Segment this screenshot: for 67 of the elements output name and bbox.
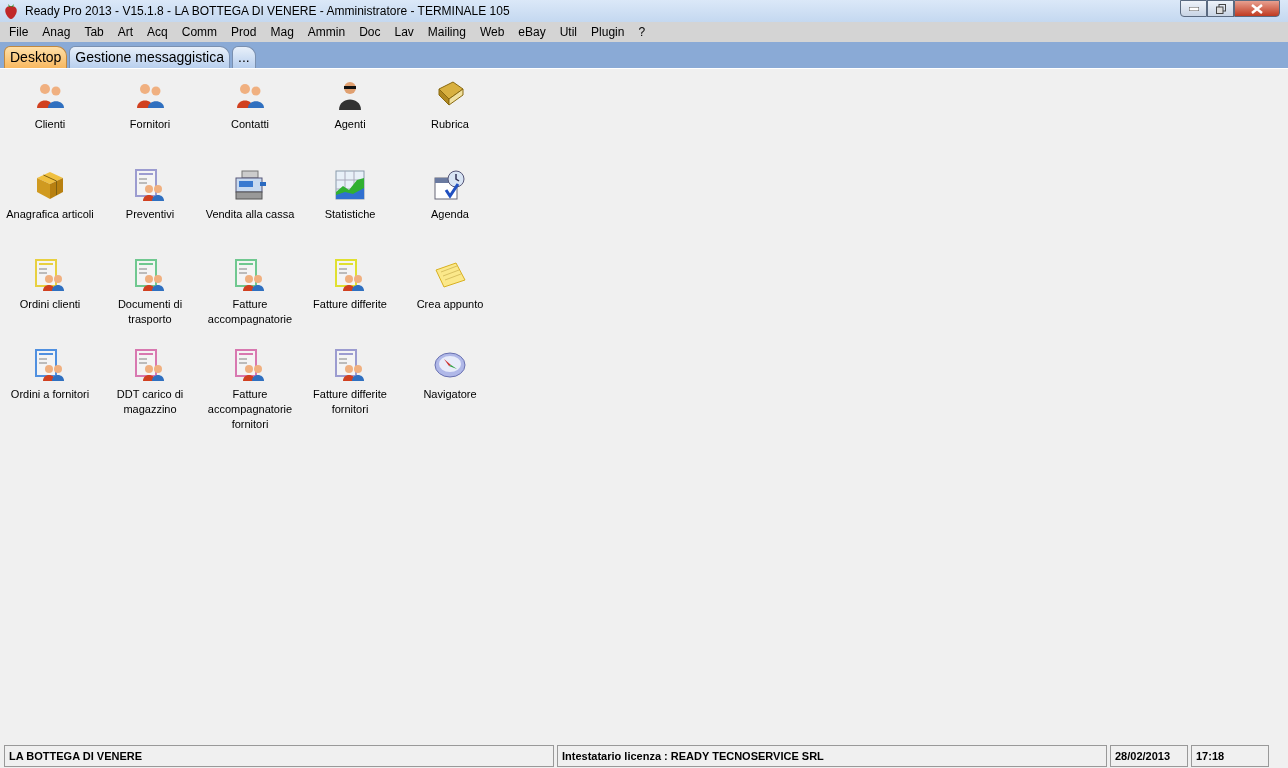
menu-item[interactable]: Art — [110, 25, 141, 39]
menu-item[interactable]: Prod — [224, 25, 264, 39]
icon-label[interactable]: Fornitori — [101, 117, 199, 132]
document-people-icon[interactable] — [35, 259, 65, 291]
document-people-icon[interactable] — [235, 259, 265, 291]
icon-label[interactable]: Statistiche — [301, 207, 399, 222]
minimize-button[interactable] — [1180, 0, 1207, 17]
document-people-icon[interactable] — [335, 259, 365, 291]
menu-item[interactable]: Comm — [174, 25, 225, 39]
icon-label[interactable]: Fatture accompagnatorie — [201, 297, 299, 327]
document-people-icon[interactable] — [335, 349, 365, 381]
status-field: 28/02/2013 — [1110, 745, 1188, 767]
calendar-clock-icon[interactable] — [434, 169, 466, 201]
tab[interactable]: ... — [232, 46, 256, 68]
box-icon[interactable] — [35, 169, 65, 201]
menu-item[interactable]: Util — [552, 25, 585, 39]
status-field: Intestatario licenza : READY TECNOSERVICE SRL — [557, 745, 1107, 767]
menu-item[interactable]: Lav — [387, 25, 421, 39]
icon-label[interactable]: Agenda — [401, 207, 499, 222]
document-people-icon[interactable] — [235, 349, 265, 381]
icon-label[interactable]: Navigatore — [401, 387, 499, 402]
icon-label[interactable]: Preventivi — [101, 207, 199, 222]
tab[interactable]: Gestione messaggistica — [69, 46, 230, 68]
icon-label[interactable]: Clienti — [1, 117, 99, 132]
status-field: 17:18 — [1191, 745, 1269, 767]
chart-icon[interactable] — [335, 169, 365, 201]
menu-item[interactable]: Ammin — [300, 25, 353, 39]
icon-label[interactable]: Documenti di trasporto — [101, 297, 199, 327]
compass-icon[interactable] — [434, 349, 466, 381]
icon-label[interactable]: Ordini a fornitori — [1, 387, 99, 402]
menu-item[interactable]: Doc — [352, 25, 388, 39]
icon-label[interactable]: Anagrafica articoli — [1, 207, 99, 222]
icon-label[interactable]: Vendita alla cassa — [201, 207, 299, 222]
minimize-icon — [1188, 6, 1199, 11]
document-people-icon[interactable] — [135, 169, 165, 201]
cash-register-icon[interactable] — [234, 169, 266, 201]
menu-item[interactable]: Plugin — [584, 25, 632, 39]
document-people-icon[interactable] — [35, 349, 65, 381]
icon-label[interactable]: Ordini clienti — [1, 297, 99, 312]
menu-item[interactable]: Acq — [140, 25, 175, 39]
close-icon — [1251, 3, 1263, 14]
icon-label[interactable]: Fatture differite fornitori — [301, 387, 399, 417]
icon-label[interactable]: Contatti — [201, 117, 299, 132]
icon-label[interactable]: Rubrica — [401, 117, 499, 132]
menu-item[interactable]: ? — [631, 25, 653, 39]
menu-item[interactable]: Tab — [77, 25, 111, 39]
icon-label[interactable]: Crea appunto — [401, 297, 499, 312]
restore-button[interactable] — [1207, 0, 1234, 17]
restore-icon — [1215, 3, 1226, 14]
menu-item[interactable]: Anag — [35, 25, 78, 39]
person-icon[interactable] — [338, 79, 362, 111]
document-people-icon[interactable] — [135, 259, 165, 291]
icon-label[interactable]: Agenti — [301, 117, 399, 132]
status-field: LA BOTTEGA DI VENERE — [4, 745, 554, 767]
menu-item[interactable]: Mailing — [420, 25, 473, 39]
strawberry-icon — [3, 3, 19, 19]
menu-item[interactable]: File — [2, 25, 36, 39]
menu-item[interactable]: eBay — [511, 25, 553, 39]
icon-label[interactable]: Fatture differite — [301, 297, 399, 312]
document-people-icon[interactable] — [135, 349, 165, 381]
menu-item[interactable]: Mag — [263, 25, 301, 39]
icon-label[interactable]: DDT carico di magazzino — [101, 387, 199, 417]
close-button[interactable] — [1234, 0, 1280, 17]
icon-label[interactable]: Fatture accompagnatorie fornitori — [201, 387, 299, 432]
tab[interactable]: Desktop — [4, 46, 68, 68]
window-title: Ready Pro 2013 - V15.1.8 - LA BOTTEGA DI VENERE - Amministratore - TERMINALE 105 — [25, 4, 511, 18]
menu-item[interactable]: Web — [472, 25, 512, 39]
